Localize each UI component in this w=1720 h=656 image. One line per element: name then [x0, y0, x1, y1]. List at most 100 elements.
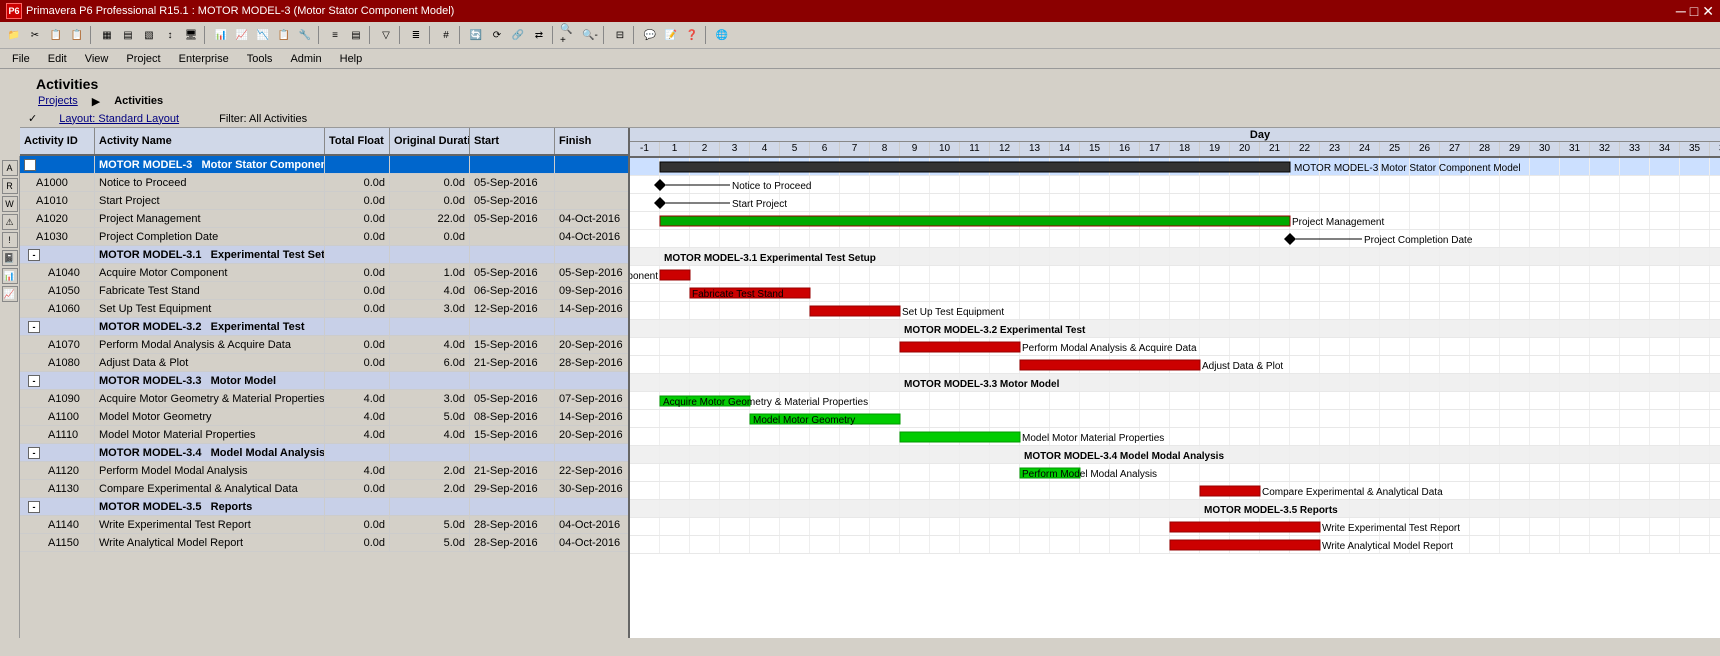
toolbar-btn-3[interactable]: 📋 [46, 25, 66, 45]
toolbar-btn-5[interactable]: ▦ [97, 25, 117, 45]
gantt-row-bg [630, 212, 1720, 230]
sidebar-tracking-icon[interactable]: 📈 [2, 286, 18, 302]
table-row[interactable]: A1090Acquire Motor Geometry & Material P… [20, 390, 628, 408]
toolbar-btn-11[interactable]: 📈 [232, 25, 252, 45]
toolbar-btn-1[interactable]: 📁 [4, 25, 24, 45]
toolbar-btn-4[interactable]: 📋 [67, 25, 87, 45]
day-num-cell: 11 [960, 142, 990, 156]
toolbar-btn-14[interactable]: 🔧 [295, 25, 315, 45]
toolbar-btn-17[interactable]: ▽ [376, 25, 396, 45]
toolbar-btn-16[interactable]: ▤ [346, 25, 366, 45]
toolbar-btn-25[interactable]: 🔍- [580, 25, 600, 45]
menu-file[interactable]: File [4, 51, 38, 67]
toolbar-btn-30[interactable]: 🌐 [712, 25, 732, 45]
day-num-cell: 26 [1410, 142, 1440, 156]
expand-icon[interactable]: - [24, 159, 36, 171]
table-row[interactable]: A1100Model Motor Geometry4.0d5.0d08-Sep-… [20, 408, 628, 426]
table-row[interactable]: A1080Adjust Data & Plot0.0d6.0d21-Sep-20… [20, 354, 628, 372]
toolbar-btn-29[interactable]: ❓ [682, 25, 702, 45]
toolbar-btn-28[interactable]: 📝 [661, 25, 681, 45]
day-num-cell: 17 [1140, 142, 1170, 156]
layout-bar: ✓ Layout: Standard Layout Filter: All Ac… [20, 110, 1720, 128]
table-row[interactable]: A1110Model Motor Material Properties4.0d… [20, 426, 628, 444]
table-row[interactable]: A1020Project Management0.0d22.0d05-Sep-2… [20, 210, 628, 228]
layout-checkbox[interactable]: ✓ [28, 112, 37, 125]
toolbar-btn-19[interactable]: # [436, 25, 456, 45]
content-area: A R W ⚠ ! 📓 📊 📈 Activities Projects ▶ Ac… [0, 69, 1720, 638]
menu-tools[interactable]: Tools [239, 51, 281, 67]
sidebar-wbs-icon[interactable]: W [2, 196, 18, 212]
col-header-float[interactable]: Total Float [325, 128, 390, 154]
toolbar-btn-26[interactable]: ⊟ [610, 25, 630, 45]
gantt-scroll[interactable]: MOTOR MODEL-3 Motor Stator Component Mod… [630, 158, 1720, 638]
col-header-start[interactable]: Start [470, 128, 555, 154]
toolbar-btn-10[interactable]: 📊 [211, 25, 231, 45]
table-row[interactable]: A1070Perform Modal Analysis & Acquire Da… [20, 336, 628, 354]
expand-icon[interactable]: - [28, 447, 40, 459]
toolbar-btn-27[interactable]: 💬 [640, 25, 660, 45]
sidebar-resources-icon[interactable]: R [2, 178, 18, 194]
table-row[interactable]: A1050Fabricate Test Stand0.0d4.0d06-Sep-… [20, 282, 628, 300]
menu-enterprise[interactable]: Enterprise [171, 51, 237, 67]
toolbar-btn-20[interactable]: 🔄 [466, 25, 486, 45]
table-row[interactable]: A1130Compare Experimental & Analytical D… [20, 480, 628, 498]
table-row[interactable]: -MOTOR MODEL-3.4 Model Modal Analysis [20, 444, 628, 462]
toolbar-btn-24[interactable]: 🔍+ [559, 25, 579, 45]
table-row[interactable]: A1140Write Experimental Test Report0.0d5… [20, 516, 628, 534]
maximize-button[interactable]: □ [1690, 3, 1698, 19]
toolbar-btn-8[interactable]: ↕ [160, 25, 180, 45]
table-row[interactable]: -MOTOR MODEL-3.5 Reports [20, 498, 628, 516]
table-row[interactable]: -MOTOR MODEL-3 Motor Stator Component Mo… [20, 156, 628, 174]
menu-project[interactable]: Project [118, 51, 168, 67]
day-num-cell: 13 [1020, 142, 1050, 156]
toolbar-btn-7[interactable]: ▧ [139, 25, 159, 45]
expand-icon[interactable]: - [28, 321, 40, 333]
expand-icon[interactable]: - [28, 375, 40, 387]
day-num-cell: 22 [1290, 142, 1320, 156]
table-row[interactable]: A1060Set Up Test Equipment0.0d3.0d12-Sep… [20, 300, 628, 318]
toolbar-btn-21[interactable]: ⟳ [487, 25, 507, 45]
toolbar-btn-12[interactable]: 📉 [253, 25, 273, 45]
nav-projects[interactable]: Projects [28, 93, 88, 109]
col-header-id[interactable]: Activity ID [20, 128, 95, 154]
toolbar-btn-9[interactable]: 🖥 [181, 25, 201, 45]
table-row[interactable]: A1000Notice to Proceed0.0d0.0d05-Sep-201… [20, 174, 628, 192]
col-header-dur[interactable]: Original Duration [390, 128, 470, 154]
table-row[interactable]: -MOTOR MODEL-3.1 Experimental Test Setup [20, 246, 628, 264]
table-row[interactable]: A1150Write Analytical Model Report0.0d5.… [20, 534, 628, 552]
table-row[interactable]: A1030Project Completion Date0.0d0.0d04-O… [20, 228, 628, 246]
table-row[interactable]: A1040Acquire Motor Component0.0d1.0d05-S… [20, 264, 628, 282]
expand-icon[interactable]: - [28, 501, 40, 513]
menu-view[interactable]: View [77, 51, 117, 67]
layout-label[interactable]: Layout: Standard Layout [59, 113, 179, 125]
sidebar-activities-icon[interactable]: A [2, 160, 18, 176]
menu-help[interactable]: Help [332, 51, 371, 67]
nav-activities[interactable]: Activities [104, 93, 173, 109]
col-header-finish[interactable]: Finish [555, 128, 630, 154]
title-text: Primavera P6 Professional R15.1 : MOTOR … [26, 5, 454, 17]
toolbar-btn-15[interactable]: ≡ [325, 25, 345, 45]
table-row[interactable]: A1010Start Project0.0d0.0d05-Sep-2016 [20, 192, 628, 210]
toolbar-btn-22[interactable]: 🔗 [508, 25, 528, 45]
table-row[interactable]: -MOTOR MODEL-3.3 Motor Model [20, 372, 628, 390]
sidebar-notebooks-icon[interactable]: 📓 [2, 250, 18, 266]
toolbar-btn-18[interactable]: ≣ [406, 25, 426, 45]
table-row[interactable]: -MOTOR MODEL-3.2 Experimental Test [20, 318, 628, 336]
menu-edit[interactable]: Edit [40, 51, 75, 67]
toolbar-btn-13[interactable]: 📋 [274, 25, 294, 45]
minimize-button[interactable]: ─ [1676, 3, 1686, 19]
col-header-name[interactable]: Activity Name [95, 128, 325, 154]
sidebar-issues-icon[interactable]: ! [2, 232, 18, 248]
menu-admin[interactable]: Admin [282, 51, 329, 67]
table-row[interactable]: A1120Perform Model Modal Analysis4.0d2.0… [20, 462, 628, 480]
toolbar-btn-23[interactable]: ⇄ [529, 25, 549, 45]
sidebar-risks-icon[interactable]: ⚠ [2, 214, 18, 230]
close-button[interactable]: ✕ [1702, 3, 1714, 20]
sidebar-reports-icon[interactable]: 📊 [2, 268, 18, 284]
gantt-row-bg [630, 428, 1720, 446]
gantt-row-bg [630, 194, 1720, 212]
expand-icon[interactable]: - [28, 249, 40, 261]
toolbar-btn-2[interactable]: ✂ [25, 25, 45, 45]
toolbar-btn-6[interactable]: ▤ [118, 25, 138, 45]
gantt-row-bg [630, 374, 1720, 392]
